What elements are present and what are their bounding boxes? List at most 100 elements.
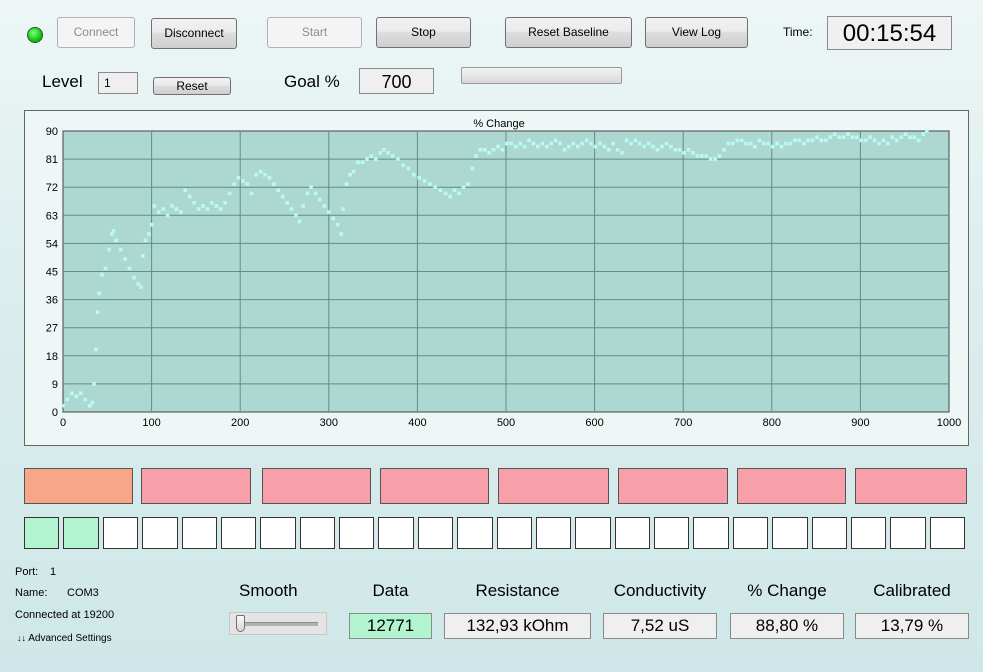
smooth-slider[interactable]: [229, 612, 327, 635]
data-point: [691, 151, 695, 155]
data-point: [553, 138, 558, 143]
y-tick-label: 63: [46, 210, 58, 222]
data-point: [562, 147, 567, 152]
level-box: [262, 468, 371, 504]
stop-button[interactable]: Stop: [376, 17, 471, 48]
connection-status-led: [27, 27, 43, 43]
data-point: [147, 232, 151, 236]
data-point: [90, 400, 95, 405]
data-point: [457, 191, 461, 196]
data-point: [921, 132, 926, 136]
level-reset-button[interactable]: Reset: [153, 77, 231, 95]
smooth-slider-track: [238, 622, 318, 626]
data-point: [615, 147, 620, 152]
data-point: [917, 138, 921, 143]
data-point: [356, 160, 360, 165]
data-point: [97, 291, 102, 296]
data-point: [152, 204, 157, 208]
progress-square: [732, 517, 769, 549]
data-point: [509, 141, 514, 146]
data-point: [686, 147, 691, 152]
data-point: [642, 144, 647, 149]
data-point: [513, 144, 518, 149]
data-point: [602, 144, 607, 149]
data-point: [174, 207, 179, 211]
data-point: [841, 135, 846, 140]
x-tick-label: 900: [851, 417, 869, 429]
goal-value-field: 700: [359, 68, 434, 94]
progress-square: [850, 517, 887, 549]
data-point: [651, 144, 655, 149]
progress-square: [63, 517, 99, 549]
conductivity-value-display: 7,52 uS: [603, 613, 717, 639]
smooth-slider-thumb[interactable]: [236, 615, 245, 632]
data-point: [713, 157, 717, 161]
data-point: [74, 394, 79, 399]
resistance-label: Resistance: [475, 581, 560, 600]
data-point: [448, 194, 452, 199]
data-point: [192, 201, 196, 205]
disconnect-button[interactable]: Disconnect: [151, 18, 237, 49]
x-tick-label: 800: [763, 417, 781, 429]
data-value-display: 12771: [349, 613, 432, 639]
data-point: [339, 232, 344, 236]
data-point: [127, 266, 132, 271]
data-point: [894, 138, 899, 143]
progress-square: [260, 517, 296, 549]
progress-square: [811, 517, 847, 549]
data-point: [249, 191, 254, 196]
data-point: [100, 272, 104, 277]
data-point: [322, 204, 327, 208]
level-box: [737, 468, 846, 504]
data-point: [161, 207, 165, 211]
percent-change-label: % Change: [747, 581, 827, 600]
x-tick-label: 300: [320, 417, 338, 429]
data-point: [123, 257, 127, 261]
data-point: [478, 147, 483, 152]
data-point: [87, 403, 92, 408]
data-point: [846, 132, 850, 136]
data-point: [695, 154, 700, 158]
smooth-label: Smooth: [239, 581, 298, 600]
y-tick-label: 45: [46, 267, 58, 279]
data-point: [859, 138, 864, 143]
data-point: [276, 188, 281, 193]
view-log-button[interactable]: View Log: [645, 17, 748, 48]
data-point: [731, 141, 735, 146]
data-point: [877, 141, 881, 146]
data-point: [837, 135, 841, 140]
data-point: [655, 147, 660, 152]
data-point: [872, 138, 877, 143]
data-point: [474, 154, 478, 158]
reset-baseline-button[interactable]: Reset Baseline: [505, 17, 632, 48]
data-point: [664, 141, 669, 146]
connect-button[interactable]: Connect: [57, 17, 135, 48]
data-point: [61, 403, 65, 408]
data-point: [620, 151, 624, 155]
data-point: [214, 204, 219, 208]
data-point: [584, 138, 589, 143]
data-point: [92, 382, 96, 386]
data-point: [452, 188, 457, 193]
data-point: [461, 185, 466, 189]
data-point: [406, 166, 411, 171]
data-point: [301, 204, 305, 208]
data-point: [629, 141, 633, 146]
data-point: [793, 138, 797, 143]
data-point: [558, 141, 562, 146]
start-button[interactable]: Start: [267, 17, 362, 48]
data-point: [775, 141, 779, 146]
data-point: [810, 138, 815, 143]
chart-canvas: % Change 0 100 200 300 400 500 600 700 800 900 100…: [46, 118, 961, 429]
data-point: [912, 135, 917, 140]
data-point: [580, 141, 584, 146]
progress-square: [496, 517, 532, 549]
progress-square: [535, 517, 572, 549]
y-tick-label: 81: [46, 154, 58, 166]
data-point: [491, 147, 496, 152]
data-point: [744, 141, 748, 146]
data-point: [624, 138, 629, 143]
data-point: [305, 191, 310, 196]
advanced-settings-toggle[interactable]: ↓↓ Advanced Settings: [17, 633, 112, 644]
data-point: [294, 213, 298, 218]
